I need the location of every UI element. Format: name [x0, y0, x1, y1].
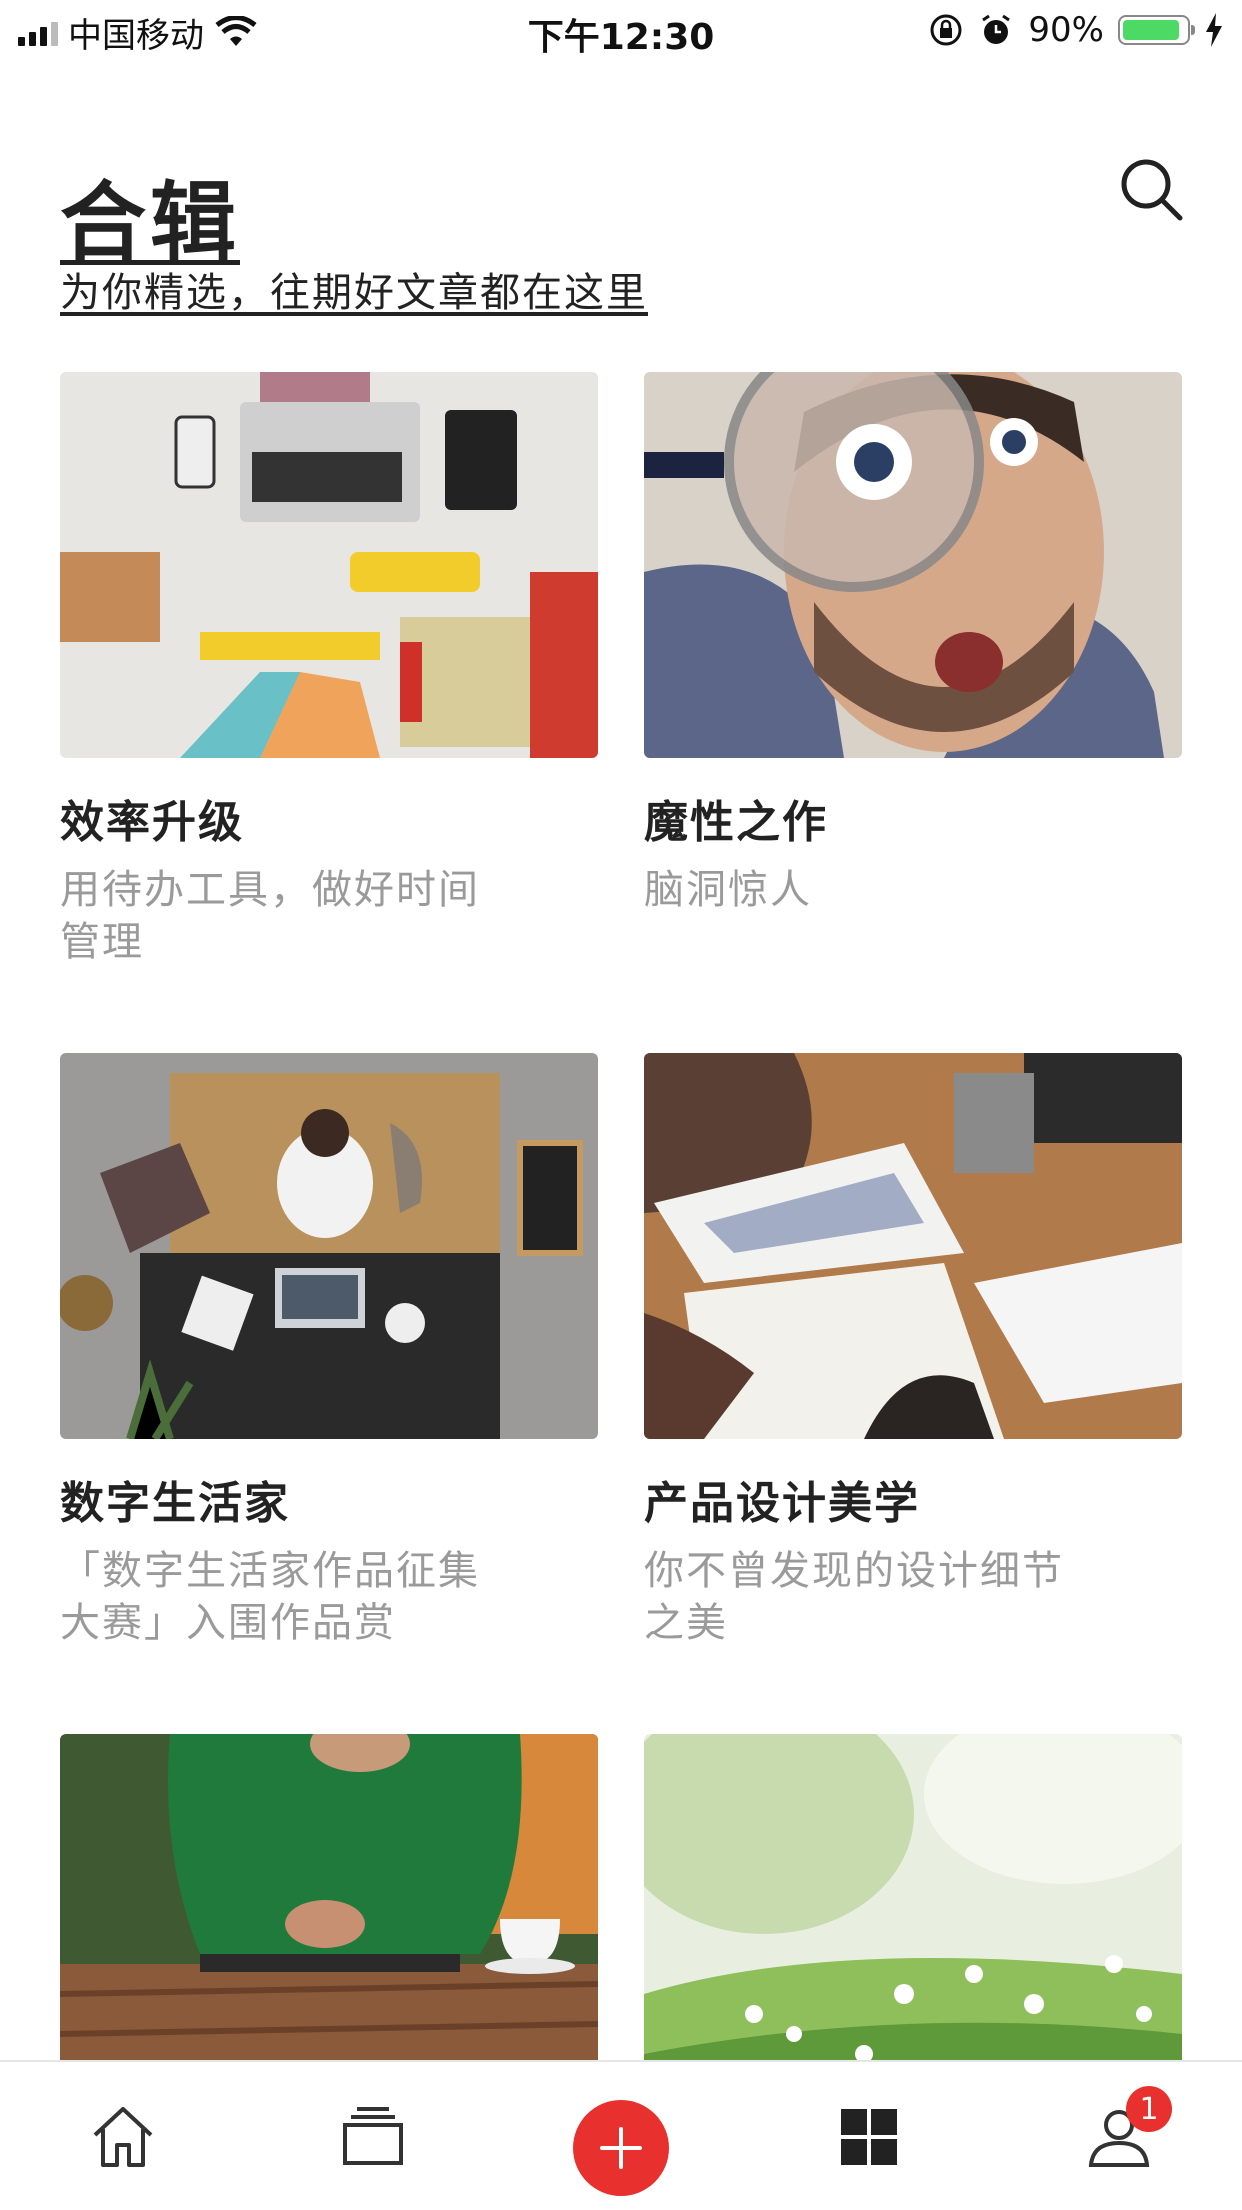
- tab-collections[interactable]: [328, 2092, 418, 2182]
- card-image: [644, 372, 1182, 758]
- card-description: 脑洞惊人: [644, 867, 812, 913]
- tab-home[interactable]: [78, 2092, 168, 2182]
- card-description: 用待办工具，做好时间管理: [60, 867, 480, 965]
- notification-badge: 1: [1126, 2086, 1172, 2132]
- plus-icon: [600, 2127, 642, 2169]
- tab-bar: 1: [0, 2060, 1242, 2210]
- collection-card-design[interactable]: 产品设计美学 你不曾发现的设计细节之美: [644, 1053, 1182, 1649]
- card-image: [60, 1053, 598, 1439]
- card-title: 效率升级: [60, 797, 244, 848]
- card-description: 「数字生活家作品征集大赛」入围作品赏: [60, 1548, 480, 1646]
- card-title: 产品设计美学: [644, 1478, 920, 1529]
- battery-percent: 90%: [1028, 10, 1104, 50]
- home-icon: [93, 2107, 153, 2167]
- tab-profile[interactable]: 1: [1074, 2086, 1172, 2182]
- card-image: [644, 1053, 1182, 1439]
- page-subtitle: 为你精选，往期好文章都在这里: [60, 270, 648, 316]
- alarm-icon: [982, 14, 1011, 44]
- rotation-lock-icon: [930, 14, 962, 46]
- tab-grid[interactable]: [824, 2092, 914, 2182]
- search-icon[interactable]: [1118, 156, 1184, 222]
- card-image: [60, 372, 598, 758]
- battery-icon: [1118, 15, 1195, 45]
- charging-icon: [1206, 13, 1222, 47]
- battery-level: [1123, 20, 1179, 40]
- collection-card-efficiency[interactable]: 效率升级 用待办工具，做好时间管理: [60, 372, 598, 968]
- card-title: 数字生活家: [60, 1478, 290, 1529]
- page-title: 合辑: [60, 173, 240, 273]
- collections-icon: [343, 2107, 403, 2165]
- status-bar: 中国移动 下午12:30 90%: [0, 0, 1242, 62]
- grid-icon: [841, 2109, 897, 2165]
- card-description: 你不曾发现的设计细节之美: [644, 1548, 1064, 1646]
- add-button[interactable]: [573, 2100, 669, 2196]
- collection-card-digital-life[interactable]: 数字生活家 「数字生活家作品征集大赛」入围作品赏: [60, 1053, 598, 1649]
- card-title: 魔性之作: [644, 797, 828, 848]
- collection-card-quirky[interactable]: 魔性之作 脑洞惊人: [644, 372, 1182, 916]
